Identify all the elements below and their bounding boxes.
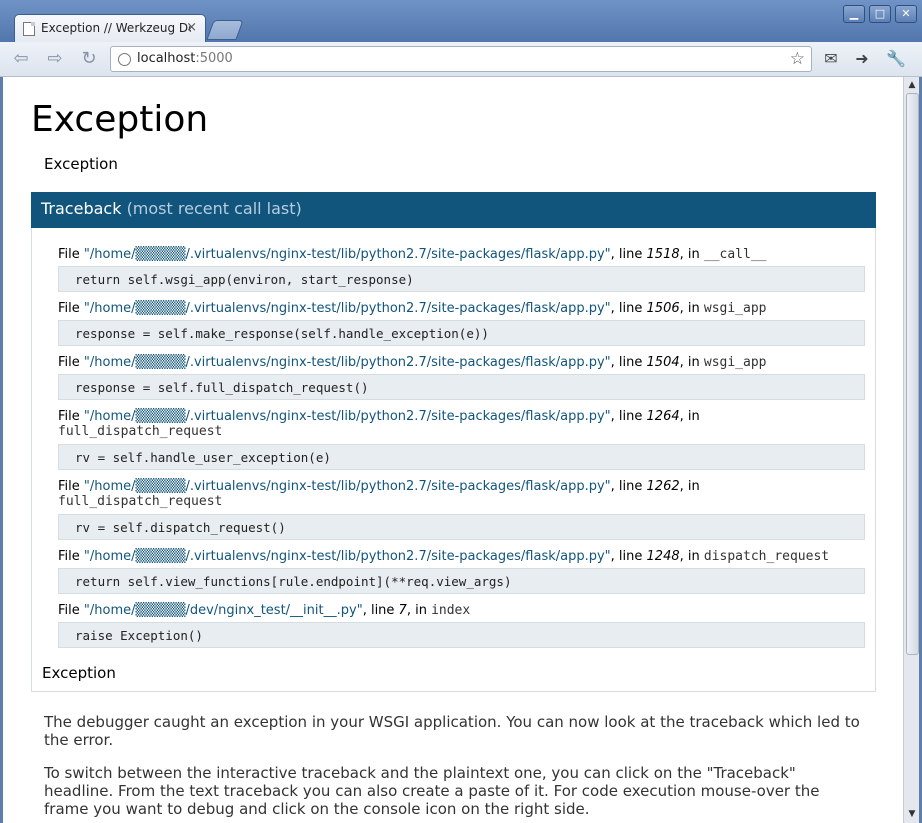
frame-code: return self.wsgi_app(environ, start_resp…: [58, 266, 865, 292]
traceback-frame[interactable]: File "/home/▒▒▒▒▒/.virtualenvs/nginx-tes…: [58, 355, 868, 370]
frame-code: response = self.make_response(self.handl…: [58, 320, 865, 346]
page-content: Exception Exception Traceback (most rece…: [3, 77, 903, 823]
frame-function: full_dispatch_request: [58, 494, 223, 509]
traceback-frame[interactable]: File "/home/▒▒▒▒▒/.virtualenvs/nginx-tes…: [58, 301, 868, 316]
frame-function: dispatch_request: [703, 549, 830, 564]
frame-code: rv = self.dispatch_request(): [58, 514, 865, 540]
bookmark-star-icon[interactable]: ☆: [790, 49, 805, 69]
final-exception: Exception: [42, 664, 116, 682]
maximize-button[interactable]: □: [869, 5, 891, 23]
traceback-frame[interactable]: File "/home/▒▒▒▒▒/.virtualenvs/nginx-tes…: [58, 247, 868, 262]
frame-line-number: 1248: [646, 549, 680, 564]
frame-line-number: 1264: [646, 409, 680, 424]
frame-file-path: "/home/▒▒▒▒▒/.virtualenvs/nginx-test/lib…: [83, 301, 611, 316]
traceback-frame[interactable]: File "/home/▒▒▒▒▒/.virtualenvs/nginx-tes…: [58, 479, 758, 509]
back-icon[interactable]: ⇦: [10, 48, 32, 70]
frame-file-path: "/home/▒▒▒▒▒/.virtualenvs/nginx-test/lib…: [83, 247, 611, 262]
frame-function: wsgi_app: [703, 301, 767, 316]
gmail-checker-icon[interactable]: ✉: [820, 49, 842, 69]
frame-line-number: 1518: [646, 247, 680, 262]
frame-file-path: "/home/▒▒▒▒▒/.virtualenvs/nginx-test/lib…: [83, 549, 611, 564]
frame-code: return self.view_functions[rule.endpoint…: [58, 568, 865, 594]
frame-file-path: "/home/▒▒▒▒▒/.virtualenvs/nginx-test/lib…: [83, 409, 611, 424]
traceback-note: (most recent call last): [126, 199, 302, 218]
window-titlebar: Exception // Werkzeug Debugger × ▁ □ ✕: [0, 0, 922, 42]
frame-code: response = self.full_dispatch_request(): [58, 374, 865, 400]
frame-code: raise Exception(): [58, 622, 865, 648]
page-title: Exception: [31, 99, 209, 140]
explanation-paragraph: To switch between the interactive traceb…: [44, 764, 820, 818]
frame-code: rv = self.handle_user_exception(e): [58, 444, 865, 470]
frame-line-number: 1262: [646, 479, 680, 494]
frame-function: full_dispatch_request: [58, 424, 223, 439]
page-icon: [23, 22, 35, 36]
browser-tab[interactable]: Exception // Werkzeug Debugger ×: [14, 14, 206, 42]
minimize-button[interactable]: ▁: [843, 5, 865, 23]
scrollbar-thumb[interactable]: [906, 93, 919, 655]
frame-line-number: 7: [398, 603, 407, 618]
exception-message: Exception: [44, 155, 118, 173]
frame-function: index: [431, 603, 471, 618]
address-bar[interactable]: localhost:5000 ☆: [110, 46, 812, 72]
frame-function: wsgi_app: [703, 355, 767, 370]
traceback-frame[interactable]: File "/home/▒▒▒▒▒/.virtualenvs/nginx-tes…: [58, 549, 868, 564]
new-tab-button[interactable]: [206, 20, 244, 40]
frame-function: __call__: [703, 247, 767, 262]
forward-icon[interactable]: ⇨: [44, 48, 66, 70]
frame-file-path: "/home/▒▒▒▒▒/dev/nginx_test/__init__.py": [83, 603, 363, 618]
globe-icon: [118, 53, 131, 66]
traceback-body: File "/home/▒▒▒▒▒/.virtualenvs/nginx-tes…: [31, 228, 876, 692]
vertical-scrollbar[interactable]: ▲ ▼: [903, 77, 920, 823]
traceback-frame[interactable]: File "/home/▒▒▒▒▒/dev/nginx_test/__init_…: [58, 603, 868, 618]
explanation-paragraph: The debugger caught an exception in your…: [44, 713, 860, 749]
traceback-frame[interactable]: File "/home/▒▒▒▒▒/.virtualenvs/nginx-tes…: [58, 409, 758, 439]
tab-close-icon[interactable]: ×: [186, 20, 197, 35]
url-text: localhost:5000: [137, 51, 233, 66]
scroll-down-icon[interactable]: ▼: [904, 807, 920, 821]
reload-icon[interactable]: ↻: [78, 48, 100, 70]
wrench-icon[interactable]: 🔧: [885, 49, 907, 69]
traceback-label: Traceback: [41, 199, 122, 218]
frame-line-number: 1506: [646, 301, 680, 316]
frame-line-number: 1504: [646, 355, 680, 370]
frame-file-path: "/home/▒▒▒▒▒/.virtualenvs/nginx-test/lib…: [83, 355, 611, 370]
close-window-button[interactable]: ✕: [895, 5, 917, 23]
traceback-header[interactable]: Traceback (most recent call last): [31, 192, 876, 228]
send-to-phone-icon[interactable]: ➜: [851, 49, 873, 69]
scroll-up-icon[interactable]: ▲: [904, 78, 920, 92]
browser-toolbar: ⇦ ⇨ ↻ localhost:5000 ☆ ✉ ➜ 🔧: [0, 42, 922, 77]
tab-title: Exception // Werkzeug Debugger: [41, 21, 191, 35]
frame-file-path: "/home/▒▒▒▒▒/.virtualenvs/nginx-test/lib…: [83, 479, 611, 494]
